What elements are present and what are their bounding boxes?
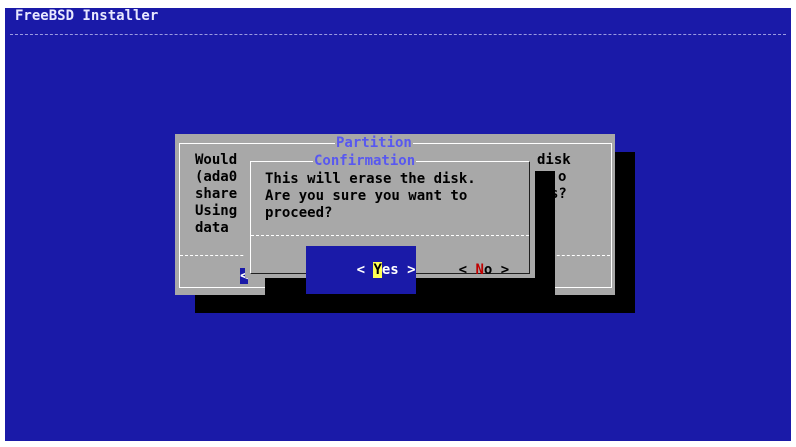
confirm-message-line: Are you sure you want to [265, 188, 468, 204]
yes-button[interactable]: < Yes > [306, 246, 416, 294]
partition-text-line: data [195, 220, 229, 236]
partition-text-line: (ada0 [195, 169, 238, 185]
partition-text-line: Would [195, 152, 238, 168]
yes-button-open-bracket: < [356, 262, 374, 278]
partition-text-fragment: o [558, 169, 567, 185]
yes-button-label: es [381, 262, 399, 278]
installer-screen: FreeBSD Installer Partition Would (ada0 … [5, 8, 791, 441]
title-divider [10, 34, 786, 35]
no-button[interactable]: < No > [408, 246, 510, 294]
partition-text-line: share [195, 186, 238, 202]
confirm-dialog-title: Confirmation [313, 153, 417, 169]
yes-button-hotkey: Y [373, 262, 382, 278]
partition-text-fragment: disk [537, 152, 571, 168]
confirm-dialog: Confirmation This will erase the disk. A… [245, 153, 535, 294]
no-button-close-bracket: > [492, 262, 510, 278]
partition-dialog-title: Partition [335, 135, 413, 151]
confirm-message-line: proceed? [265, 205, 333, 221]
no-button-hotkey: N [475, 262, 484, 278]
partition-text-line: Using [195, 203, 238, 219]
confirm-message-line: This will erase the disk. [265, 171, 476, 187]
confirm-button-separator [251, 235, 529, 236]
no-button-open-bracket: < [458, 262, 476, 278]
app-title: FreeBSD Installer [15, 8, 159, 24]
